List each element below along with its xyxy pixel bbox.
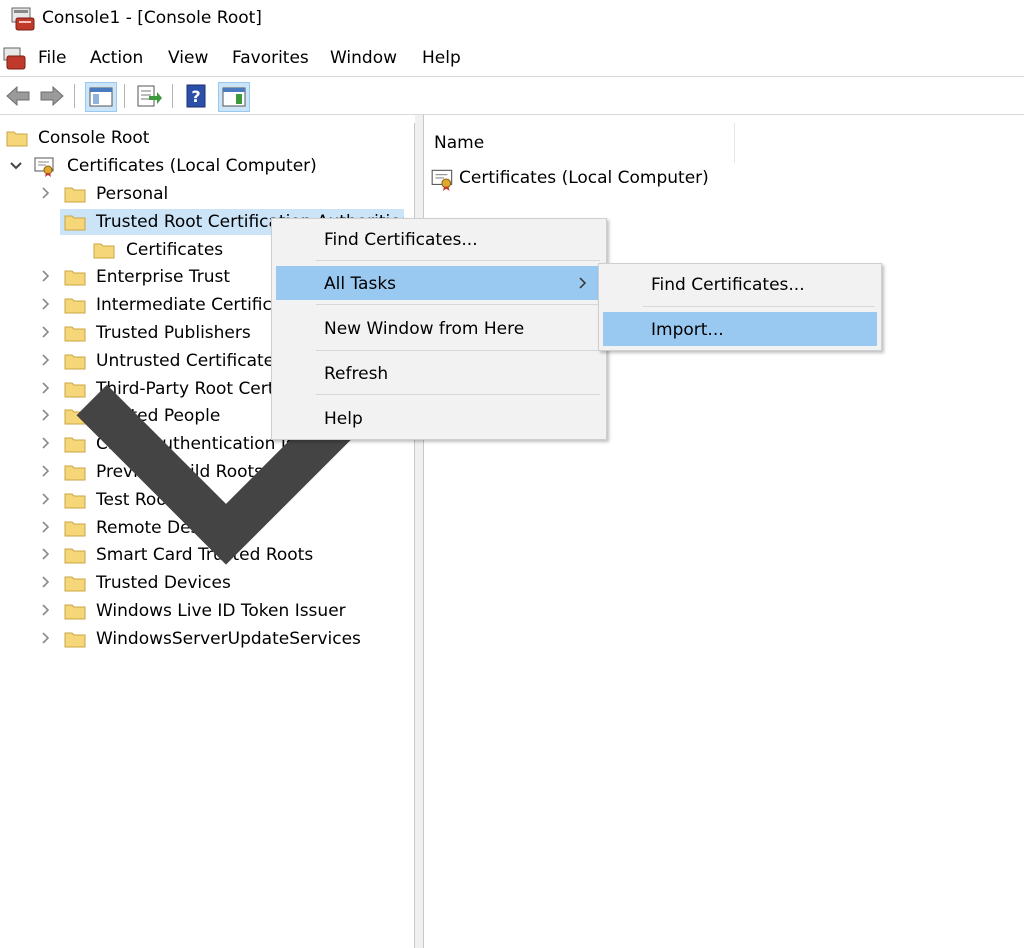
tree-node-personal[interactable]: Personal bbox=[0, 181, 414, 207]
menu-separator bbox=[316, 394, 600, 395]
menu-item-label: Help bbox=[324, 409, 363, 429]
window-title: Console1 - [Console Root] bbox=[42, 8, 262, 28]
all-tasks-submenu: Find Certificates... Import... bbox=[598, 263, 882, 351]
toolbar-divider bbox=[0, 114, 1024, 115]
tree-label: Certificates (Local Computer) bbox=[67, 156, 317, 176]
menu-separator bbox=[316, 304, 600, 305]
menu-divider bbox=[0, 76, 1024, 77]
menu-item-help[interactable]: Help bbox=[276, 401, 602, 435]
menu-item-find-certificates[interactable]: Find Certificates... bbox=[276, 222, 602, 256]
chevron-right-icon bbox=[579, 277, 587, 289]
export-list-icon[interactable] bbox=[133, 82, 163, 110]
menu-help[interactable]: Help bbox=[422, 48, 461, 68]
menu-item-label: New Window from Here bbox=[324, 319, 525, 339]
certificate-snapin-icon bbox=[431, 169, 453, 191]
tree-node-console-root[interactable]: Console Root bbox=[0, 125, 414, 151]
column-header-name[interactable]: Name bbox=[424, 123, 735, 163]
menu-view[interactable]: View bbox=[168, 48, 208, 68]
tree-label: Personal bbox=[96, 184, 169, 204]
folder-icon bbox=[64, 187, 86, 203]
list-item-label: Certificates (Local Computer) bbox=[459, 168, 709, 188]
menu-item-label: Import... bbox=[651, 320, 724, 340]
forward-arrow-icon[interactable] bbox=[37, 82, 67, 110]
tree-node-certificates-local-computer[interactable]: Certificates (Local Computer) bbox=[0, 153, 414, 179]
menu-action[interactable]: Action bbox=[90, 48, 143, 68]
certificate-snapin-icon bbox=[34, 157, 54, 177]
menu-window[interactable]: Window bbox=[330, 48, 397, 68]
menu-item-label: Find Certificates... bbox=[651, 275, 805, 295]
menu-favorites[interactable]: Favorites bbox=[232, 48, 309, 68]
help-icon[interactable]: ? bbox=[181, 82, 211, 110]
tree-label: Console Root bbox=[38, 128, 150, 148]
menu-item-refresh[interactable]: Refresh bbox=[276, 356, 602, 390]
svg-text:?: ? bbox=[191, 87, 200, 106]
show-hide-tree-icon[interactable] bbox=[85, 82, 117, 112]
toolbar-separator bbox=[74, 84, 75, 108]
menu-bar: File Action View Favorites Window Help bbox=[0, 40, 1024, 76]
menu-item-label: Refresh bbox=[324, 364, 389, 384]
menu-file[interactable]: File bbox=[38, 48, 66, 68]
toolbar-separator bbox=[124, 84, 125, 108]
back-arrow-icon[interactable] bbox=[3, 82, 33, 110]
submenu-item-find-certificates[interactable]: Find Certificates... bbox=[603, 267, 877, 301]
mmc-app-icon bbox=[11, 7, 35, 31]
folder-icon bbox=[6, 131, 28, 147]
show-hide-action-pane-icon[interactable] bbox=[218, 82, 250, 112]
list-item[interactable]: Certificates (Local Computer) bbox=[428, 165, 728, 193]
chevron-down-icon[interactable] bbox=[9, 156, 23, 174]
title-bar: Console1 - [Console Root] bbox=[0, 0, 1024, 38]
menu-item-all-tasks[interactable]: All Tasks bbox=[276, 266, 598, 300]
console-menu-icon[interactable] bbox=[2, 46, 28, 72]
toolbar-separator bbox=[172, 84, 173, 108]
column-header-label: Name bbox=[434, 133, 485, 153]
menu-separator bbox=[643, 306, 875, 307]
toolbar: ? bbox=[0, 78, 1024, 114]
menu-item-new-window-from-here[interactable]: New Window from Here bbox=[276, 311, 602, 345]
menu-separator bbox=[316, 350, 600, 351]
menu-item-label: All Tasks bbox=[324, 274, 397, 294]
submenu-item-import[interactable]: Import... bbox=[603, 312, 877, 346]
chevron-right-icon[interactable] bbox=[38, 184, 52, 202]
menu-item-label: Find Certificates... bbox=[324, 230, 478, 250]
menu-separator bbox=[316, 260, 600, 261]
context-menu: Find Certificates... All Tasks New Windo… bbox=[271, 218, 607, 440]
